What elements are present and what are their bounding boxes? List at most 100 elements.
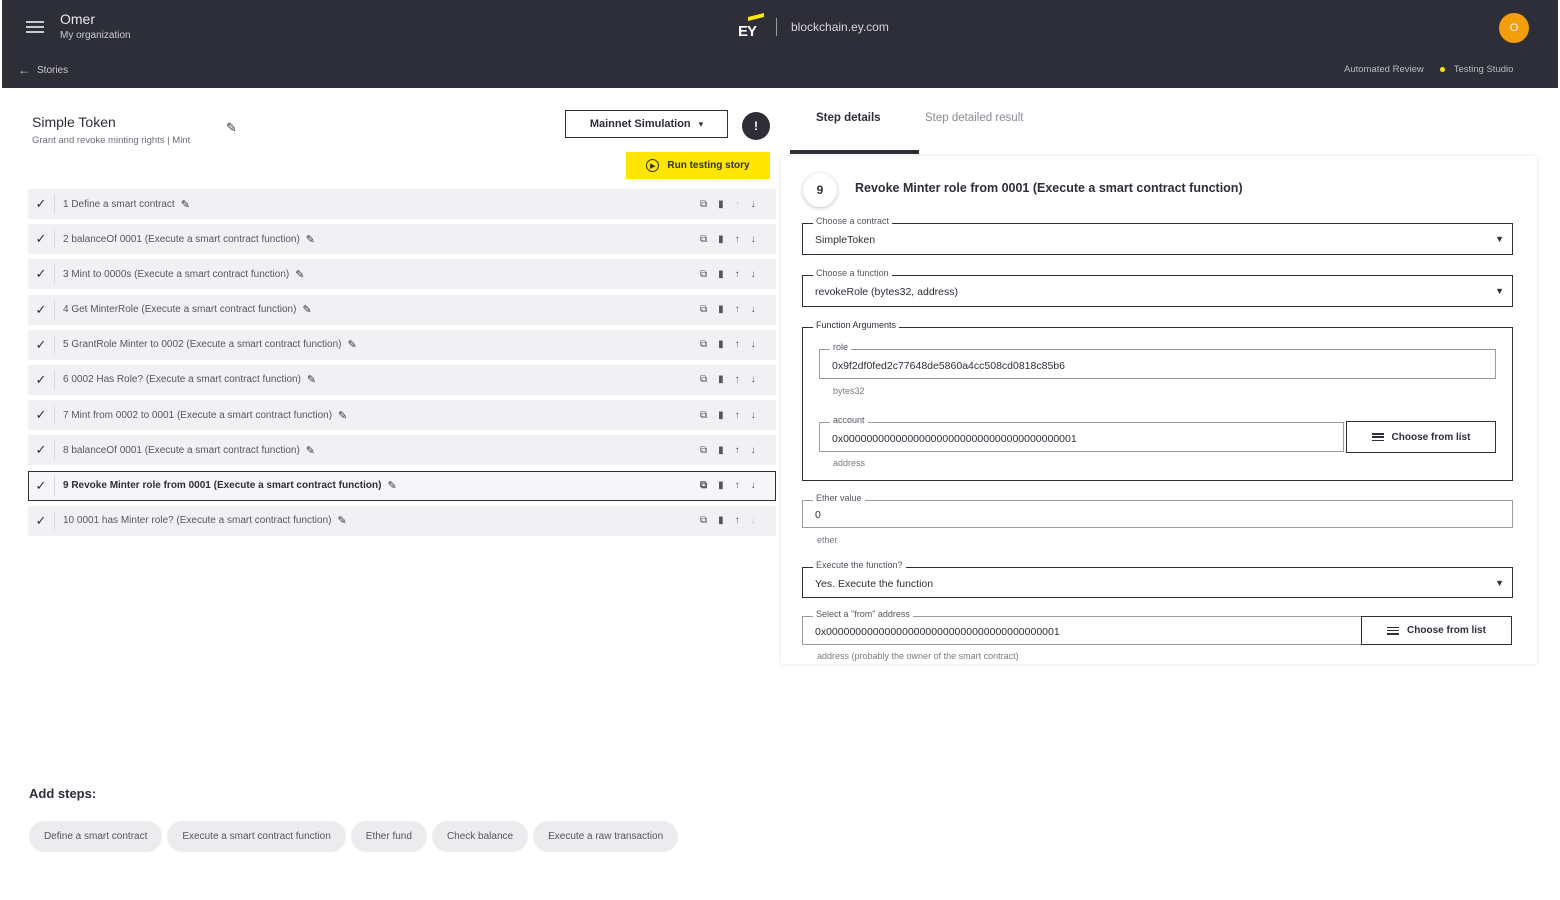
step-row[interactable]: ✓ 4 Get MinterRole (Execute a smart contr… (28, 294, 776, 325)
add-step-chip[interactable]: Ether fund (350, 821, 427, 852)
back-to-stories-link[interactable]: ← Stories (18, 63, 68, 77)
delete-step-icon[interactable]: ▮ (718, 339, 724, 350)
edit-step-icon[interactable]: ✎ (307, 373, 316, 386)
duplicate-step-icon[interactable]: ⧉ (700, 374, 707, 385)
move-up-icon[interactable]: ↑ (735, 445, 740, 456)
move-up-icon[interactable]: ↑ (735, 480, 740, 491)
step-row[interactable]: ✓ 2 balanceOf 0001 (Execute a smart contr… (28, 224, 776, 255)
move-up-icon[interactable]: ↑ (735, 199, 740, 210)
duplicate-step-icon[interactable]: ⧉ (700, 234, 707, 245)
step-label: 6 0002 Has Role? (Execute a smart contra… (63, 374, 301, 386)
ether-value-input[interactable]: Ether value 0 (802, 493, 1513, 528)
move-down-icon[interactable]: ↓ (751, 480, 756, 491)
role-input[interactable]: role 0x9f2df0fed2c77648de5860a4cc508cd08… (819, 342, 1496, 379)
edit-step-icon[interactable]: ✎ (347, 338, 356, 351)
delete-step-icon[interactable]: ▮ (718, 445, 724, 456)
network-mode-select[interactable]: Mainnet Simulation ▾ (565, 110, 728, 138)
edit-step-icon[interactable]: ✎ (181, 198, 190, 211)
step-row[interactable]: ✓ 6 0002 Has Role? (Execute a smart contr… (28, 364, 776, 395)
move-down-icon[interactable]: ↓ (751, 339, 756, 350)
duplicate-step-icon[interactable]: ⧉ (700, 410, 707, 421)
delete-step-icon[interactable]: ▮ (718, 199, 724, 210)
nav-testing-studio[interactable]: Testing Studio (1454, 64, 1514, 75)
step-row[interactable]: ✓ 7 Mint from 0002 to 0001 (Execute a sma… (28, 400, 776, 431)
run-testing-story-button[interactable]: ▶ Run testing story (626, 152, 770, 179)
ether-unit-hint: ether (817, 535, 838, 545)
step-row[interactable]: ✓ 3 Mint to 0000s (Execute a smart contra… (28, 259, 776, 290)
move-down-icon[interactable]: ↓ (751, 199, 756, 210)
move-down-icon[interactable]: ↓ (751, 304, 756, 315)
move-up-icon[interactable]: ↑ (735, 410, 740, 421)
add-step-chip[interactable]: Execute a raw transaction (533, 821, 679, 852)
avatar[interactable]: O (1499, 13, 1529, 43)
move-down-icon[interactable]: ↓ (751, 445, 756, 456)
account-input[interactable]: account 0x000000000000000000000000000000… (819, 415, 1344, 452)
move-down-icon[interactable]: ↓ (751, 410, 756, 421)
delete-step-icon[interactable]: ▮ (718, 234, 724, 245)
delete-step-icon[interactable]: ▮ (718, 480, 724, 491)
duplicate-step-icon[interactable]: ⧉ (700, 480, 707, 491)
duplicate-step-icon[interactable]: ⧉ (700, 304, 707, 315)
move-up-icon[interactable]: ↑ (735, 374, 740, 385)
network-mode-value: Mainnet Simulation (589, 118, 691, 130)
step-label: 1 Define a smart contract (63, 198, 175, 210)
tab-step-detailed-result[interactable]: Step detailed result (925, 112, 1023, 124)
edit-story-icon[interactable]: ✎ (226, 120, 237, 136)
brand[interactable]: EY blockchain.ey.com (738, 13, 889, 40)
move-up-icon[interactable]: ↑ (735, 234, 740, 245)
step-row[interactable]: ✓ 10 0001 has Minter role? (Execute a sma… (28, 505, 776, 536)
edit-step-icon[interactable]: ✎ (306, 444, 315, 457)
brand-divider (776, 18, 777, 36)
move-down-icon[interactable]: ↓ (751, 234, 756, 245)
move-down-icon[interactable]: ↓ (751, 269, 756, 280)
step-actions: ⧉ ▮ ↑ ↓ (700, 400, 756, 430)
contract-value: SimpleToken (815, 234, 876, 246)
duplicate-step-icon[interactable]: ⧉ (700, 199, 707, 210)
check-icon: ✓ (35, 371, 47, 387)
step-row[interactable]: ✓ 5 GrantRole Minter to 0002 (Execute a s… (28, 329, 776, 360)
edit-step-icon[interactable]: ✎ (295, 268, 304, 281)
ey-logo: EY (738, 13, 764, 40)
edit-step-icon[interactable]: ✎ (338, 409, 347, 422)
delete-step-icon[interactable]: ▮ (718, 515, 724, 526)
move-up-icon[interactable]: ↑ (735, 304, 740, 315)
duplicate-step-icon[interactable]: ⧉ (700, 339, 707, 350)
account-choose-from-list-button[interactable]: Choose from list (1346, 421, 1496, 453)
move-up-icon[interactable]: ↑ (735, 269, 740, 280)
execute-function-select[interactable]: Execute the function? Yes. Execute the f… (802, 560, 1513, 598)
delete-step-icon[interactable]: ▮ (718, 269, 724, 280)
info-icon[interactable]: ! (742, 112, 770, 140)
function-select[interactable]: Choose a function revokeRole (bytes32, a… (802, 268, 1513, 307)
check-icon: ✓ (35, 266, 47, 282)
step-row[interactable]: ✓ 1 Define a smart contract ✎ ⧉ ▮ ↑ ↓ (28, 189, 776, 219)
row-divider (54, 510, 55, 531)
step-row[interactable]: ✓ 8 balanceOf 0001 (Execute a smart contr… (28, 435, 776, 466)
edit-step-icon[interactable]: ✎ (387, 479, 396, 492)
menu-icon[interactable] (26, 21, 44, 33)
from-choose-from-list-button[interactable]: Choose from list (1361, 616, 1512, 645)
duplicate-step-icon[interactable]: ⧉ (700, 445, 707, 456)
tab-step-details[interactable]: Step details (816, 112, 881, 124)
move-down-icon[interactable]: ↓ (751, 515, 756, 526)
delete-step-icon[interactable]: ▮ (718, 374, 724, 385)
move-up-icon[interactable]: ↑ (735, 515, 740, 526)
step-row[interactable]: ✓ 9 Revoke Minter role from 0001 (Execute… (28, 470, 776, 501)
nav-automated-review[interactable]: Automated Review (1344, 64, 1424, 75)
move-down-icon[interactable]: ↓ (751, 374, 756, 385)
from-address-input[interactable]: Select a "from" address 0x00000000000000… (802, 609, 1362, 645)
edit-step-icon[interactable]: ✎ (302, 303, 311, 316)
top-nav: Automated Review Testing Studio (1344, 64, 1513, 75)
duplicate-step-icon[interactable]: ⧉ (700, 269, 707, 280)
caret-down-icon: ▼ (1495, 286, 1504, 296)
move-up-icon[interactable]: ↑ (735, 339, 740, 350)
duplicate-step-icon[interactable]: ⧉ (700, 515, 707, 526)
contract-select[interactable]: Choose a contract SimpleToken ▼ (802, 216, 1513, 255)
add-step-chip[interactable]: Execute a smart contract function (167, 821, 346, 852)
delete-step-icon[interactable]: ▮ (718, 304, 724, 315)
edit-step-icon[interactable]: ✎ (306, 233, 315, 246)
add-step-chip[interactable]: Check balance (431, 821, 529, 852)
top-bar: Omer My organization EY blockchain.ey.co… (2, 0, 1558, 88)
add-step-chip[interactable]: Define a smart contract (29, 821, 163, 852)
edit-step-icon[interactable]: ✎ (337, 514, 346, 527)
delete-step-icon[interactable]: ▮ (718, 410, 724, 421)
